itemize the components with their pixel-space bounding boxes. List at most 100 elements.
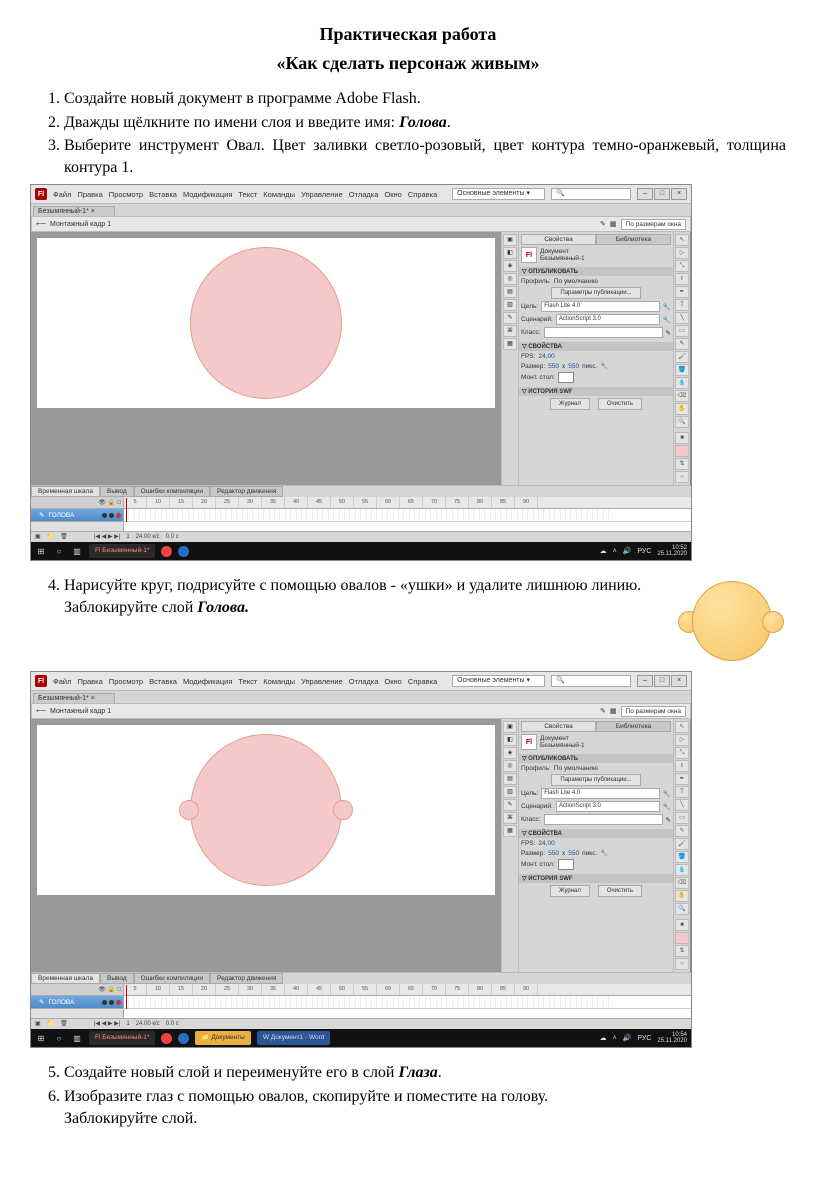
class-field[interactable] bbox=[544, 814, 663, 825]
outline-column-icon[interactable]: □ bbox=[117, 987, 121, 993]
stage-area[interactable] bbox=[31, 719, 501, 972]
swf-clear-button[interactable]: Очистить bbox=[598, 885, 642, 897]
menu-insert[interactable]: Вставка bbox=[149, 677, 177, 686]
ie-icon[interactable] bbox=[178, 1033, 189, 1044]
tray-lang[interactable]: РУС bbox=[637, 548, 651, 555]
window-restore-button[interactable]: □ bbox=[654, 188, 670, 200]
head-shape[interactable] bbox=[190, 247, 342, 399]
panel-icon[interactable]: ▥ bbox=[503, 786, 517, 798]
menu-modify[interactable]: Модификация bbox=[183, 677, 232, 686]
delete-layer-icon[interactable]: 🗑 bbox=[60, 532, 68, 542]
selection-tool-icon[interactable]: ↖ bbox=[675, 234, 689, 246]
panel-icon[interactable]: ▥ bbox=[503, 299, 517, 311]
menu-text[interactable]: Текст bbox=[238, 190, 257, 199]
menu-commands[interactable]: Команды bbox=[263, 190, 295, 199]
panel-icon[interactable]: ⌘ bbox=[503, 812, 517, 824]
eraser-tool-icon[interactable]: ⌫ bbox=[675, 877, 689, 889]
menu-view[interactable]: Просмотр bbox=[109, 677, 143, 686]
search-input[interactable]: 🔍 bbox=[551, 675, 631, 687]
window-close-button[interactable]: × bbox=[671, 188, 687, 200]
layer-row[interactable]: ✎ ГОЛОВА bbox=[31, 509, 123, 522]
window-restore-button[interactable]: □ bbox=[654, 675, 670, 687]
frames-row[interactable] bbox=[124, 996, 691, 1009]
lock-column-icon[interactable]: 🔒 bbox=[108, 986, 115, 993]
ear-right[interactable] bbox=[333, 800, 353, 820]
swf-clear-button[interactable]: Очистить bbox=[598, 398, 642, 410]
menu-debug[interactable]: Отладка bbox=[349, 190, 379, 199]
tab-compile-errors[interactable]: Ошибки компиляции bbox=[134, 973, 210, 984]
line-tool-icon[interactable]: ╲ bbox=[675, 799, 689, 811]
layer-row[interactable]: ✎ ГОЛОВА bbox=[31, 996, 123, 1009]
section-properties[interactable]: ▽ СВОЙСТВА bbox=[519, 829, 673, 838]
size-h[interactable]: 550 bbox=[568, 850, 579, 857]
free-transform-tool-icon[interactable]: ⤡ bbox=[675, 747, 689, 759]
target-edit-icon[interactable]: 🔧 bbox=[663, 303, 671, 311]
fill-color-swatch[interactable] bbox=[675, 445, 689, 457]
menu-window[interactable]: Окно bbox=[384, 190, 401, 199]
workspace-combo[interactable]: Основные элементы ▾ bbox=[452, 188, 545, 200]
lasso-tool-icon[interactable]: ℓ bbox=[675, 760, 689, 772]
scene-back-icon[interactable]: ⟵ bbox=[36, 220, 46, 228]
free-transform-tool-icon[interactable]: ⤡ bbox=[675, 260, 689, 272]
selection-tool-icon[interactable]: ↖ bbox=[675, 721, 689, 733]
panel-icon[interactable]: ◈ bbox=[503, 260, 517, 272]
frame-ruler[interactable]: 51015202530354045505560657075808590 bbox=[124, 497, 691, 509]
taskbar-app-word[interactable]: W Документ1 - Word bbox=[257, 1031, 331, 1045]
menu-edit[interactable]: Правка bbox=[77, 677, 102, 686]
tray-date[interactable]: 25.11.2020 bbox=[657, 551, 687, 557]
eyedropper-tool-icon[interactable]: 💧 bbox=[675, 864, 689, 876]
menu-text[interactable]: Текст bbox=[238, 677, 257, 686]
stroke-color-swatch[interactable]: ■ bbox=[675, 919, 689, 931]
opera-icon[interactable] bbox=[161, 546, 172, 557]
class-field[interactable] bbox=[544, 327, 663, 338]
tool-option-icon[interactable]: ○ bbox=[675, 471, 689, 483]
zoom-combo[interactable]: По размерам окна bbox=[621, 706, 686, 717]
edit-symbol-icon[interactable]: ▦ bbox=[610, 220, 617, 228]
search-icon[interactable]: ○ bbox=[53, 1032, 65, 1044]
menu-view[interactable]: Просмотр bbox=[109, 190, 143, 199]
section-publish[interactable]: ▽ ОПУБЛИКОВАТЬ bbox=[519, 754, 673, 763]
new-layer-icon[interactable]: ▣ bbox=[35, 1019, 41, 1029]
edit-symbol-icon[interactable]: ▦ bbox=[610, 707, 617, 715]
panel-icon[interactable]: ◈ bbox=[503, 747, 517, 759]
edit-scene-icon[interactable]: ✎ bbox=[600, 707, 606, 715]
tab-library[interactable]: Библиотека bbox=[596, 721, 671, 732]
tray-lang[interactable]: РУС bbox=[637, 1035, 651, 1042]
ie-icon[interactable] bbox=[178, 546, 189, 557]
tray-onedrive-icon[interactable]: ☁ bbox=[600, 547, 607, 555]
window-minimize-button[interactable]: – bbox=[637, 188, 653, 200]
panel-icon[interactable]: ▦ bbox=[503, 825, 517, 837]
pencil-tool-icon[interactable]: ✎ bbox=[675, 338, 689, 350]
panel-icon[interactable]: ◎ bbox=[503, 760, 517, 772]
edit-scene-icon[interactable]: ✎ bbox=[600, 220, 606, 228]
line-tool-icon[interactable]: ╲ bbox=[675, 312, 689, 324]
stage-area[interactable] bbox=[31, 232, 501, 485]
tab-output[interactable]: Вывод bbox=[100, 486, 134, 497]
zoom-tool-icon[interactable]: 🔍 bbox=[675, 903, 689, 915]
search-input[interactable]: 🔍 bbox=[551, 188, 631, 200]
tab-timeline[interactable]: Временная шкала bbox=[31, 486, 100, 497]
menu-control[interactable]: Управление bbox=[301, 190, 343, 199]
pen-tool-icon[interactable]: ✒ bbox=[675, 286, 689, 298]
hand-tool-icon[interactable]: ✋ bbox=[675, 403, 689, 415]
new-folder-icon[interactable]: 📁 bbox=[47, 532, 54, 542]
text-tool-icon[interactable]: T bbox=[675, 299, 689, 311]
menu-help[interactable]: Справка bbox=[408, 677, 437, 686]
taskbar-app-documents[interactable]: 📁 Документы bbox=[195, 1031, 250, 1045]
swf-log-button[interactable]: Журнал bbox=[550, 885, 590, 897]
swap-colors-icon[interactable]: ⇅ bbox=[675, 945, 689, 957]
hand-tool-icon[interactable]: ✋ bbox=[675, 890, 689, 902]
rectangle-tool-icon[interactable]: ▭ bbox=[675, 325, 689, 337]
menu-modify[interactable]: Модификация bbox=[183, 190, 232, 199]
start-icon[interactable]: ⊞ bbox=[35, 1032, 47, 1044]
panel-icon[interactable]: ◧ bbox=[503, 247, 517, 259]
subselection-tool-icon[interactable]: ▷ bbox=[675, 247, 689, 259]
pencil-tool-icon[interactable]: ✎ bbox=[675, 825, 689, 837]
section-properties[interactable]: ▽ СВОЙСТВА bbox=[519, 342, 673, 351]
document-tab[interactable]: Безымянный-1* × bbox=[33, 693, 115, 703]
fps-value[interactable]: 24,00 bbox=[538, 840, 554, 847]
scene-name[interactable]: Монтажный кадр 1 bbox=[50, 221, 111, 228]
tab-timeline[interactable]: Временная шкала bbox=[31, 973, 100, 984]
rectangle-tool-icon[interactable]: ▭ bbox=[675, 812, 689, 824]
tray-chevron-icon[interactable]: ˄ bbox=[613, 1035, 617, 1042]
